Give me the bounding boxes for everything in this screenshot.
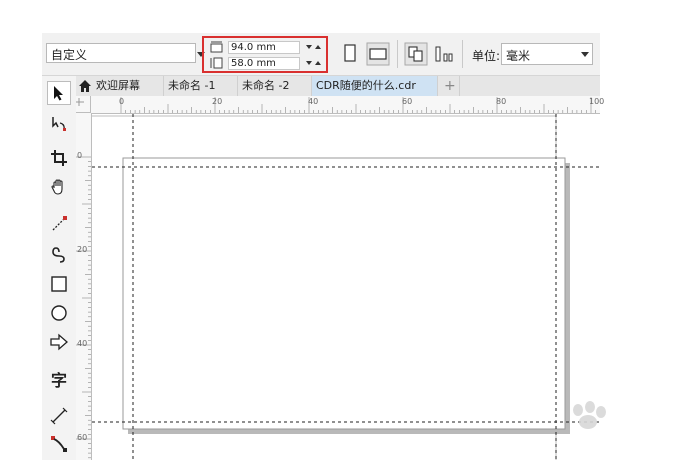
vertical-ruler[interactable]: 0 20 40 60 <box>76 113 92 460</box>
ruler-tick-label: 40 <box>308 97 319 106</box>
home-icon <box>79 80 91 92</box>
width-icon <box>210 41 223 53</box>
toolbox: 字 <box>42 76 77 460</box>
current-page-icon[interactable] <box>434 42 454 66</box>
pointer-icon <box>54 86 63 101</box>
horizontal-ruler-ticks <box>120 97 597 113</box>
shape-edit-icon <box>52 117 66 131</box>
page-width-input[interactable]: 94.0 mm <box>228 41 300 54</box>
horizontal-ruler[interactable]: 0 20 40 60 80 100 <box>91 96 604 114</box>
height-spinner[interactable] <box>304 58 322 69</box>
rectangle-tool[interactable] <box>47 272 71 296</box>
page-height-input[interactable]: 58.0 mm <box>228 57 300 70</box>
drawing-canvas[interactable] <box>92 114 600 460</box>
ruler-origin[interactable] <box>76 96 91 113</box>
ruler-tick-label: 0 <box>77 151 83 160</box>
chevron-down-icon <box>581 52 589 57</box>
tab-untitled-1[interactable]: 未命名 -1 <box>164 76 238 96</box>
ruler-tick-label: 80 <box>496 97 507 106</box>
units-select[interactable]: 毫米 <box>501 43 593 65</box>
landscape-icon[interactable] <box>366 42 390 66</box>
page-preset-value: 自定义 <box>51 48 88 62</box>
crop-tool[interactable] <box>47 146 71 170</box>
vertical-ruler-ticks <box>76 156 91 459</box>
tab-label: 未命名 -2 <box>242 79 290 92</box>
baidu-paw-icon <box>573 401 606 429</box>
ruler-tick-label: 20 <box>212 97 223 106</box>
ruler-tick-label: 60 <box>402 97 413 106</box>
page[interactable] <box>122 157 566 430</box>
page-height-field[interactable]: 58.0 mm <box>210 57 322 71</box>
ellipse-tool[interactable] <box>47 301 71 325</box>
tab-welcome-screen[interactable]: 欢迎屏幕 <box>76 76 164 96</box>
units-label: 单位: <box>472 49 501 63</box>
tab-label: 未命名 -1 <box>168 79 216 92</box>
tab-untitled-2[interactable]: 未命名 -2 <box>238 76 312 96</box>
dimension-tool[interactable] <box>47 404 71 428</box>
ruler-tick-label: 40 <box>77 339 88 348</box>
curve-icon <box>52 247 65 263</box>
all-pages-icon[interactable] <box>404 42 428 66</box>
artistic-media-tool[interactable] <box>47 242 71 266</box>
new-tab-button[interactable]: + <box>438 76 460 96</box>
tab-label: 欢迎屏幕 <box>96 79 140 92</box>
height-icon <box>210 57 223 69</box>
ruler-tick-label: 100 <box>589 97 605 106</box>
page-size-group: 94.0 mm 58.0 mm <box>202 36 328 73</box>
rectangle-icon <box>51 276 67 292</box>
tab-active-document[interactable]: CDR随便的什么.cdr <box>312 76 438 96</box>
watermark <box>530 400 670 460</box>
connector-icon <box>51 436 67 452</box>
pick-tool[interactable] <box>47 81 71 105</box>
separator <box>397 40 398 68</box>
text-tool[interactable]: 字 <box>47 367 71 391</box>
width-spinner[interactable] <box>304 42 322 53</box>
tab-label: CDR随便的什么.cdr <box>316 79 416 92</box>
document-tab-bar: 欢迎屏幕 未命名 -1 未命名 -2 CDR随便的什么.cdr + <box>76 76 600 97</box>
ruler-origin-icon <box>76 98 84 106</box>
line-icon <box>52 216 67 231</box>
page-width-field[interactable]: 94.0 mm <box>210 41 322 55</box>
ruler-tick-label: 60 <box>77 433 88 442</box>
page-preset-select[interactable]: 自定义 <box>46 43 205 63</box>
units-value: 毫米 <box>506 49 531 63</box>
crop-icon <box>51 150 67 166</box>
arrow-shape-icon <box>50 333 68 351</box>
freehand-tool[interactable] <box>47 212 71 236</box>
ruler-tick-label: 0 <box>119 97 125 106</box>
dimension-icon <box>50 407 68 425</box>
portrait-icon[interactable] <box>340 42 360 66</box>
pan-tool[interactable] <box>47 175 71 199</box>
basic-shapes-tool[interactable] <box>47 330 71 354</box>
separator <box>462 40 463 68</box>
shape-tool[interactable] <box>47 111 71 135</box>
canvas-drawing <box>92 114 600 460</box>
ellipse-icon <box>51 305 67 321</box>
hand-icon <box>51 179 63 195</box>
ruler-tick-label: 20 <box>77 245 88 254</box>
connector-tool[interactable] <box>47 432 71 456</box>
property-bar: 自定义 94.0 mm 58.0 mm 单位: 毫米 <box>42 33 600 76</box>
